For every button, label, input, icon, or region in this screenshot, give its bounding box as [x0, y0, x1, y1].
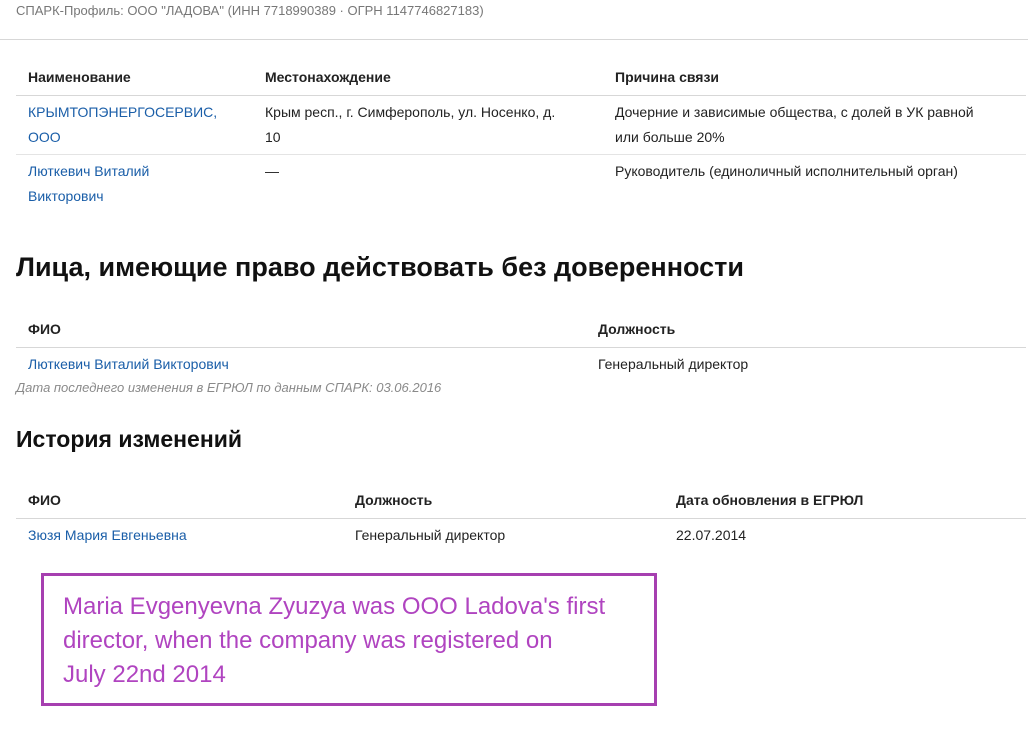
position-text: Генеральный директор: [598, 355, 749, 372]
page-title: СПАРК-Профиль: ООО "ЛАДОВА" (ИНН 7718990…: [16, 3, 484, 18]
column-header-fio: ФИО: [16, 311, 586, 348]
location-text: —: [265, 162, 279, 179]
table-cell-fio: Зюзя Мария Евгеньевна: [16, 518, 343, 552]
column-header-position: Должность: [343, 482, 664, 519]
table-cell-reason: Руководитель (единоличный исполнительный…: [603, 154, 1026, 213]
link-text: ООО: [28, 128, 61, 145]
table-cell-name: КРЫМТОПЭНЕРГОСЕРВИС, ООО: [16, 95, 253, 155]
location-text: 10: [265, 128, 281, 145]
reason-text: Дочерние и зависимые общества, с долей в…: [615, 103, 974, 120]
link-text: Люткевич Виталий: [28, 162, 150, 179]
column-header-name: Наименование: [16, 59, 253, 96]
last-change-note: Дата последнего изменения в ЕГРЮЛ по дан…: [16, 380, 442, 395]
table-cell-reason: Дочерние и зависимые общества, с долей в…: [603, 95, 1026, 155]
person-link[interactable]: Люткевич Виталий Викторович: [28, 356, 229, 372]
location-text: Крым респ., г. Симферополь, ул. Носенко,…: [265, 103, 556, 120]
table-row: Зюзя Мария Евгеньевна Генеральный директ…: [16, 518, 1026, 552]
person-link[interactable]: Зюзя Мария Евгеньевна: [28, 527, 187, 543]
page-header: СПАРК-Профиль: ООО "ЛАДОВА" (ИНН 7718990…: [0, 0, 1028, 40]
column-header-reason: Причина связи: [603, 59, 1026, 96]
related-entities-table: Наименование Местонахождение Причина свя…: [16, 59, 1026, 213]
date-text: 22.07.2014: [676, 526, 747, 543]
table-cell-position: Генеральный директор: [343, 518, 664, 552]
person-link[interactable]: Люткевич Виталий Викторович: [28, 163, 149, 204]
annotation-text: Maria Evgenyevna Zyuzya was OOO Ladova's…: [63, 593, 606, 620]
table-row: Люткевич Виталий Викторович — Руководите…: [16, 154, 1026, 213]
table-row: КРЫМТОПЭНЕРГОСЕРВИС, ООО Крым респ., г. …: [16, 95, 1026, 155]
column-header-location: Местонахождение: [253, 59, 603, 96]
company-link[interactable]: КРЫМТОПЭНЕРГОСЕРВИС, ООО: [28, 104, 217, 145]
table-header-row: ФИО Должность: [16, 311, 1026, 348]
reason-text: Руководитель (единоличный исполнительный…: [615, 162, 958, 179]
table-row: Люткевич Виталий Викторович Генеральный …: [16, 347, 1026, 381]
reason-text: или больше 20%: [615, 128, 725, 145]
table-cell-location: Крым респ., г. Симферополь, ул. Носенко,…: [253, 95, 603, 155]
table-cell-position: Генеральный директор: [586, 347, 1026, 381]
position-text: Генеральный директор: [355, 526, 506, 543]
table-header-row: Наименование Местонахождение Причина свя…: [16, 59, 1026, 96]
table-cell-name: Люткевич Виталий Викторович: [16, 154, 253, 213]
link-text: КРЫМТОПЭНЕРГОСЕРВИС,: [28, 103, 218, 120]
column-header-position: Должность: [586, 311, 1026, 348]
table-header-row: ФИО Должность Дата обновления в ЕГРЮЛ: [16, 482, 1026, 519]
table-cell-location: —: [253, 154, 603, 213]
annotation-text: director, when the company was registere…: [63, 627, 553, 654]
history-table: ФИО Должность Дата обновления в ЕГРЮЛ Зю…: [16, 482, 1026, 552]
column-header-date: Дата обновления в ЕГРЮЛ: [664, 482, 1026, 519]
annotation-callout: Maria Evgenyevna Zyuzya was OOO Ladova's…: [41, 573, 657, 706]
authorized-persons-heading: Лица, имеющие право действовать без дове…: [16, 252, 744, 282]
column-header-fio: ФИО: [16, 482, 343, 519]
table-cell-fio: Люткевич Виталий Викторович: [16, 347, 586, 381]
annotation-text: July 22nd 2014: [63, 661, 226, 688]
authorized-persons-table: ФИО Должность Люткевич Виталий Викторови…: [16, 311, 1026, 381]
link-text: Викторович: [28, 187, 104, 204]
history-heading: История изменений: [16, 426, 242, 452]
table-cell-date: 22.07.2014: [664, 518, 1026, 552]
